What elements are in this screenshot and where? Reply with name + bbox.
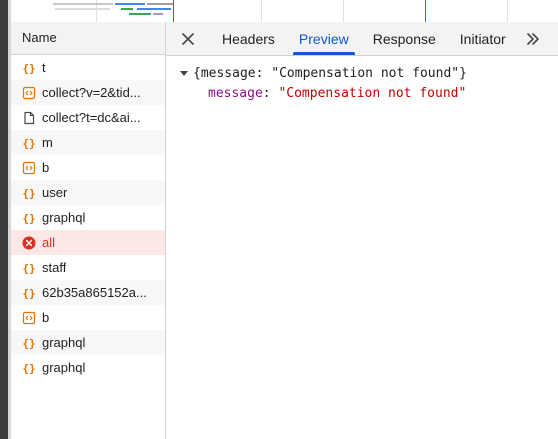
request-type-icon: {} (22, 61, 36, 75)
fetch-braces-icon: {} (22, 362, 35, 375)
tab-headers[interactable]: Headers (210, 22, 287, 55)
request-type-icon (22, 111, 36, 125)
request-name: m (42, 135, 53, 150)
request-row[interactable]: b (11, 305, 165, 330)
fetch-braces-icon: {} (22, 212, 35, 225)
request-type-icon (22, 311, 36, 325)
svg-text:{}: {} (22, 137, 35, 150)
fetch-braces-icon: {} (22, 262, 35, 275)
tab-preview[interactable]: Preview (287, 22, 361, 55)
timeline-marker (425, 0, 426, 22)
request-type-icon (22, 86, 36, 100)
property-separator: : (262, 86, 279, 101)
tab-label: Initiator (459, 30, 506, 47)
property-key: message (208, 86, 263, 101)
fetch-braces-icon: {} (22, 62, 35, 75)
detail-tabbar: Headers Preview Response Initiator (166, 22, 558, 56)
property-value: "Compensation not found" (278, 86, 467, 101)
timeline-bar (129, 13, 151, 15)
timeline-gridline (507, 0, 508, 22)
tab-response[interactable]: Response (361, 22, 448, 55)
svg-text:{}: {} (22, 262, 35, 275)
request-row[interactable]: {} 62b35a865152a... (11, 280, 165, 305)
request-name: collect?t=dc&ai... (42, 110, 141, 125)
fetch-braces-icon: {} (22, 187, 35, 200)
object-summary: {message: "Compensation not found"} (193, 66, 467, 81)
request-type-icon (22, 161, 36, 175)
timeline-overview[interactable] (11, 0, 558, 23)
request-row[interactable]: {} graphql (11, 205, 165, 230)
svg-text:{}: {} (22, 362, 35, 375)
request-name: user (42, 185, 68, 200)
request-name: graphql (42, 335, 86, 350)
request-row[interactable]: collect?t=dc&ai... (11, 105, 165, 130)
script-icon (22, 86, 36, 99)
close-icon (182, 32, 194, 45)
request-type-icon: {} (22, 211, 36, 225)
request-type-icon: {} (22, 136, 36, 150)
chevron-double-right-icon (526, 32, 539, 45)
request-name: b (42, 310, 50, 325)
fetch-braces-icon: {} (22, 287, 35, 300)
object-property-row[interactable]: message: "Compensation not found" (208, 86, 466, 101)
request-name: graphql (42, 360, 86, 375)
request-row[interactable]: {} graphql (11, 330, 165, 355)
request-row[interactable]: {} graphql (11, 355, 165, 380)
svg-text:{}: {} (22, 212, 35, 225)
request-type-icon: {} (22, 261, 36, 275)
timeline-bar (147, 3, 173, 5)
request-type-icon: {} (22, 286, 36, 300)
svg-text:{}: {} (22, 62, 35, 75)
expand-triangle-icon[interactable] (180, 71, 188, 76)
request-row[interactable]: {} m (11, 130, 165, 155)
request-rows: {} t collect?v=2&tid... collect?t=dc&ai... {… (11, 55, 165, 380)
request-type-icon (22, 236, 36, 250)
timeline-gridline (261, 0, 262, 22)
request-row[interactable]: {} staff (11, 255, 165, 280)
request-row[interactable]: all (11, 230, 165, 255)
fetch-braces-icon: {} (22, 337, 35, 350)
script-icon (22, 311, 36, 324)
request-name: b (42, 160, 50, 175)
timeline-bar (121, 8, 133, 10)
timeline-bar (53, 3, 113, 5)
close-detail-button[interactable] (166, 22, 210, 55)
request-row[interactable]: {} t (11, 55, 165, 80)
request-type-icon: {} (22, 186, 36, 200)
request-type-icon: {} (22, 361, 36, 375)
more-tabs-button[interactable] (518, 22, 548, 55)
tab-label: Headers (222, 30, 275, 47)
request-row[interactable]: b (11, 155, 165, 180)
fetch-braces-icon: {} (22, 137, 35, 150)
request-row[interactable]: {} user (11, 180, 165, 205)
request-row[interactable]: collect?v=2&tid... (11, 80, 165, 105)
request-name: graphql (42, 210, 86, 225)
timeline-bar (153, 13, 163, 15)
request-list: Name {} t collect?v=2&tid... collect?t=dc&a… (11, 22, 166, 439)
request-name: collect?v=2&tid... (42, 85, 141, 100)
name-column-header[interactable]: Name (11, 22, 165, 55)
request-name: t (42, 60, 46, 75)
tab-label: Response (372, 30, 436, 47)
timeline-marker (173, 0, 174, 22)
svg-text:{}: {} (22, 187, 35, 200)
svg-text:{}: {} (22, 337, 35, 350)
preview-panel: {message: "Compensation not found"} mess… (166, 56, 558, 439)
tab-initiator[interactable]: Initiator (448, 22, 518, 55)
tab-label: Preview (298, 30, 349, 47)
script-icon (22, 161, 36, 174)
object-summary-row[interactable]: {message: "Compensation not found"} (180, 66, 467, 81)
window-edge (0, 0, 8, 439)
request-name: staff (42, 260, 67, 275)
request-name: all (42, 235, 56, 250)
timeline-gridline (343, 0, 344, 22)
timeline-bar (55, 8, 110, 10)
timeline-bar (137, 8, 171, 10)
timeline-bar (115, 3, 145, 5)
request-name: 62b35a865152a... (42, 285, 147, 300)
error-icon (22, 236, 36, 249)
document-icon (24, 111, 35, 124)
svg-text:{}: {} (22, 287, 35, 300)
request-type-icon: {} (22, 336, 36, 350)
